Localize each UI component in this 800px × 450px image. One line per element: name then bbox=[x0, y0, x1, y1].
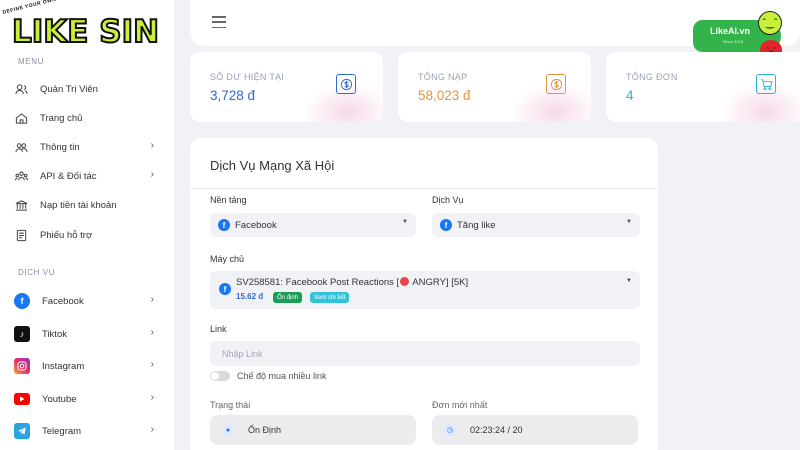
smiley-icon: ˆ‿ˆ bbox=[758, 11, 782, 35]
chevron-right-icon: › bbox=[150, 392, 154, 403]
ticket-icon bbox=[14, 228, 28, 242]
sidebar-item-label: Phiếu hỗ trợ bbox=[40, 229, 93, 241]
stat-label: TỔNG ĐƠN bbox=[626, 72, 678, 82]
chevron-right-icon: › bbox=[150, 140, 154, 151]
facebook-icon: f bbox=[218, 219, 230, 231]
stat-card-total-deposit: TỔNG NẠP 58,023 đ bbox=[398, 52, 591, 122]
sidebar-item-label: Thông tin bbox=[40, 141, 80, 153]
service-label: Dịch Vụ bbox=[432, 195, 464, 205]
sidebar-item-label: Facebook bbox=[42, 295, 84, 307]
globe-icon: ● bbox=[222, 424, 234, 436]
sidebar-item-label: Instagram bbox=[42, 360, 85, 372]
sidebar-item-label: Telegram bbox=[42, 425, 82, 437]
sidebar-item-facebook[interactable]: f Facebook › bbox=[14, 290, 164, 312]
platform-label: Nền tảng bbox=[210, 195, 247, 205]
brand-name: LikeAI.vn bbox=[710, 26, 751, 36]
admin-users-icon bbox=[14, 82, 28, 96]
partners-icon bbox=[14, 169, 28, 183]
stat-card-total-orders: TỔNG ĐƠN 4 bbox=[606, 52, 800, 122]
youtube-icon bbox=[14, 393, 30, 405]
stat-value: 58,023 đ bbox=[418, 88, 471, 103]
multi-link-label: Chế độ mua nhiều link bbox=[237, 371, 327, 381]
form-title: Dịch Vụ Mạng Xã Hội bbox=[210, 158, 335, 173]
chevron-right-icon: › bbox=[150, 169, 154, 180]
platform-value: Facebook bbox=[235, 219, 277, 231]
dollar-icon bbox=[336, 74, 356, 94]
logo-text: LIKE SIN bbox=[11, 13, 160, 51]
divider bbox=[190, 188, 658, 189]
link-input[interactable] bbox=[210, 341, 640, 366]
view-detail-badge[interactable]: Xem chi tiết bbox=[310, 292, 350, 303]
stat-value: 4 bbox=[626, 88, 634, 103]
server-name: SV258581: Facebook Post Reactions [ ANGR… bbox=[236, 277, 469, 288]
clock-icon: ◷ bbox=[444, 424, 456, 436]
facebook-icon: f bbox=[440, 219, 452, 231]
sidebar-item-deposit[interactable]: Nạp tiền tài khoản bbox=[14, 194, 164, 216]
sidebar-item-api-partners[interactable]: API & Đối tác › bbox=[14, 165, 164, 187]
services-section-label: DỊCH VỤ bbox=[18, 268, 56, 277]
latest-order-label: Đơn mới nhất bbox=[432, 400, 488, 410]
chevron-right-icon: › bbox=[150, 327, 154, 338]
status-box: ● Ổn Định bbox=[210, 415, 416, 445]
server-select[interactable]: f SV258581: Facebook Post Reactions [ AN… bbox=[210, 271, 640, 309]
logo[interactable]: DEFINE YOUR OWN IDENTITY LIKE SIN bbox=[2, 0, 172, 54]
bank-icon bbox=[14, 198, 28, 212]
telegram-icon bbox=[14, 423, 30, 439]
multi-link-toggle[interactable] bbox=[210, 371, 230, 381]
sidebar-item-support[interactable]: Phiếu hỗ trợ bbox=[14, 224, 164, 246]
service-select[interactable]: f Tăng like ▼ bbox=[432, 213, 640, 237]
brand-subtitle: Since 2018 bbox=[723, 39, 744, 44]
hamburger-menu-icon[interactable] bbox=[212, 16, 226, 28]
dollar-icon bbox=[546, 74, 566, 94]
service-form-card: Dịch Vụ Mạng Xã Hội Nền tảng f Facebook … bbox=[190, 138, 658, 450]
platform-select[interactable]: f Facebook ▼ bbox=[210, 213, 416, 237]
status-label: Trạng thái bbox=[210, 400, 251, 410]
service-value: Tăng like bbox=[457, 219, 496, 231]
chevron-right-icon: › bbox=[150, 294, 154, 305]
stat-label: SỐ DƯ HIỆN TẠI bbox=[210, 72, 285, 82]
sidebar-item-label: Youtube bbox=[42, 393, 77, 405]
cart-icon bbox=[756, 74, 776, 94]
caret-down-icon: ▼ bbox=[626, 219, 632, 225]
sidebar-item-admin[interactable]: Quản Trị Viên bbox=[14, 78, 164, 100]
server-label: Máy chủ bbox=[210, 254, 245, 264]
status-value: Ổn Định bbox=[248, 425, 282, 435]
stat-card-balance: SỐ DƯ HIỆN TẠI 3,728 đ bbox=[190, 52, 383, 122]
latest-order-box: ◷ 02:23:24 / 20 bbox=[432, 415, 638, 445]
sidebar-item-youtube[interactable]: Youtube › bbox=[14, 388, 164, 410]
home-icon bbox=[14, 111, 28, 125]
latest-order-value: 02:23:24 / 20 bbox=[470, 425, 523, 435]
sidebar-item-info[interactable]: Thông tin › bbox=[14, 136, 164, 158]
sidebar-item-telegram[interactable]: Telegram › bbox=[14, 420, 164, 442]
sidebar-item-label: API & Đối tác bbox=[40, 170, 97, 182]
server-price: 15.62 đ bbox=[236, 292, 264, 301]
caret-down-icon: ▼ bbox=[626, 278, 632, 284]
facebook-icon: f bbox=[219, 283, 231, 295]
sidebar-item-label: Tiktok bbox=[42, 328, 67, 340]
angry-reaction-icon bbox=[400, 277, 410, 286]
stat-value: 3,728 đ bbox=[210, 88, 256, 103]
caret-down-icon: ▼ bbox=[402, 219, 408, 225]
instagram-icon bbox=[14, 358, 30, 374]
menu-section-label: MENU bbox=[18, 57, 44, 66]
sidebar-item-label: Nạp tiền tài khoản bbox=[40, 199, 117, 211]
sidebar-item-label: Quản Trị Viên bbox=[40, 83, 98, 95]
sidebar: DEFINE YOUR OWN IDENTITY LIKE SIN MENU Q… bbox=[0, 0, 175, 450]
chevron-right-icon: › bbox=[150, 359, 154, 370]
sidebar-item-home[interactable]: Trang chủ bbox=[14, 107, 164, 129]
chevron-right-icon: › bbox=[150, 424, 154, 435]
sidebar-item-tiktok[interactable]: ♪ Tiktok › bbox=[14, 323, 164, 345]
sidebar-item-instagram[interactable]: Instagram › bbox=[14, 355, 164, 377]
info-users-icon bbox=[14, 140, 28, 154]
stable-badge: Ổn định bbox=[273, 292, 303, 303]
stat-label: TỔNG NẠP bbox=[418, 72, 468, 82]
facebook-icon: f bbox=[14, 293, 30, 309]
tiktok-icon: ♪ bbox=[14, 326, 30, 342]
link-label: Link bbox=[210, 324, 227, 334]
sidebar-item-label: Trang chủ bbox=[40, 112, 83, 124]
